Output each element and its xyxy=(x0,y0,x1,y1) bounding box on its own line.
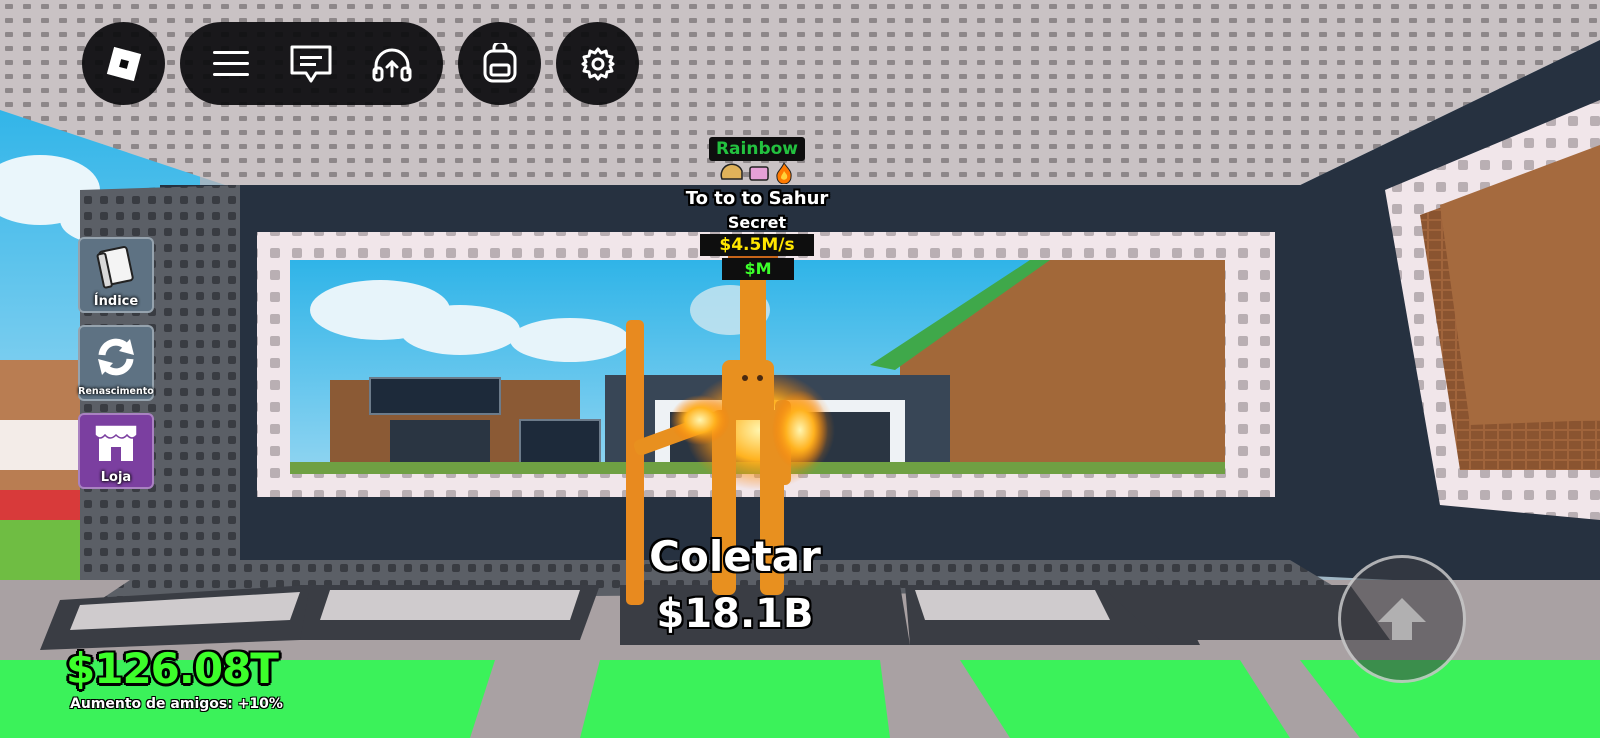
refresh-icon xyxy=(92,333,140,385)
roblox-home-button[interactable] xyxy=(82,22,165,105)
chat-icon[interactable] xyxy=(288,43,334,85)
topbar-group xyxy=(180,22,443,105)
hamburger-menu-icon[interactable] xyxy=(211,47,251,81)
price-tag: $M xyxy=(722,258,794,280)
price-label: $M xyxy=(744,259,772,278)
mutation-label: Rainbow xyxy=(715,139,799,159)
shop-icon xyxy=(91,421,141,469)
headphones-icon[interactable] xyxy=(371,44,413,84)
side-button-label: Loja xyxy=(100,470,132,485)
trait-icons xyxy=(712,161,802,188)
tv-icon xyxy=(748,163,770,187)
roblox-logo-icon xyxy=(106,46,141,81)
collect-amount: $18.1B xyxy=(656,591,814,637)
backpack-button[interactable] xyxy=(458,22,541,105)
backpack-icon xyxy=(483,42,516,82)
side-button-indice[interactable]: Índice xyxy=(78,237,154,313)
fire-icon xyxy=(774,161,794,188)
rarity-label: Secret xyxy=(727,213,787,232)
income-rate-label: $4.5M/s xyxy=(719,235,795,255)
side-button-label: Renascimento xyxy=(78,386,154,397)
side-button-loja[interactable]: Loja xyxy=(78,413,154,489)
settings-button[interactable] xyxy=(556,22,639,105)
collect-label[interactable]: Coletar xyxy=(620,532,850,581)
side-button-renascimento[interactable]: Renascimento xyxy=(78,325,154,401)
friends-boost: Aumento de amigos: +10% xyxy=(70,696,283,712)
book-icon xyxy=(94,245,138,295)
up-arrow-icon xyxy=(1378,598,1426,640)
mutation-tag: Rainbow xyxy=(709,137,805,161)
brainrot-name: To to to Sahur xyxy=(685,188,829,209)
income-rate: $4.5M/s xyxy=(700,234,814,256)
jump-button[interactable] xyxy=(1338,555,1466,683)
money-counter: $126.08T xyxy=(66,644,279,693)
gear-icon xyxy=(581,47,614,80)
side-button-label: Índice xyxy=(93,294,139,309)
taco-icon xyxy=(720,163,744,187)
